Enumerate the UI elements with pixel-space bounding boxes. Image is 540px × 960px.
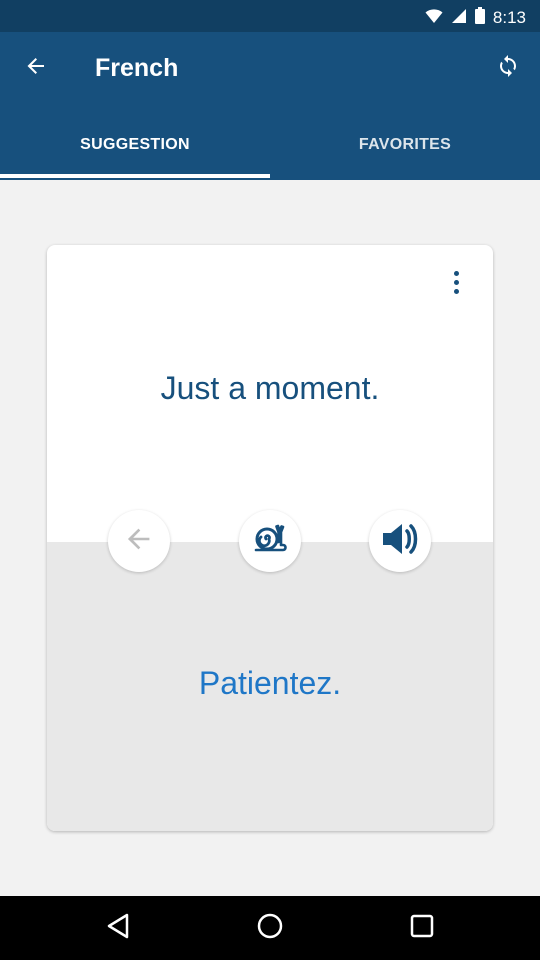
translation-text: Patientez. — [198, 665, 342, 701]
previous-button[interactable] — [108, 510, 170, 572]
back-triangle-icon — [105, 912, 131, 945]
nav-back-button[interactable] — [98, 908, 138, 948]
nav-recents-button[interactable] — [402, 908, 442, 948]
phrase-card: Just a moment. Patientez. — [47, 245, 493, 831]
wifi-icon — [425, 8, 443, 29]
system-nav-bar — [0, 896, 540, 960]
phrase-text: Just a moment. — [160, 370, 380, 406]
arrow-left-icon — [26, 56, 46, 81]
refresh-icon — [496, 54, 520, 83]
tab-favorites[interactable]: FAVORITES — [270, 110, 540, 180]
recents-square-icon — [409, 913, 435, 944]
play-audio-button[interactable] — [369, 510, 431, 572]
snail-icon — [253, 524, 287, 559]
status-icons: 8:13 — [425, 7, 526, 29]
more-dot — [453, 279, 459, 285]
tab-suggestion[interactable]: SUGGESTION — [0, 110, 270, 180]
battery-icon — [474, 7, 485, 29]
tab-indicator — [0, 174, 270, 178]
refresh-button[interactable] — [486, 46, 530, 90]
arrow-left-icon — [126, 526, 152, 557]
speaker-icon — [380, 521, 420, 562]
slow-playback-button[interactable] — [239, 510, 301, 572]
page-title: French — [95, 54, 179, 82]
status-time: 8:13 — [492, 8, 526, 27]
status-bar: 8:13 — [0, 0, 540, 32]
more-dot — [453, 288, 459, 294]
nav-home-button[interactable] — [250, 908, 290, 948]
app-bar: French SUGGESTION FAVORITES — [0, 32, 540, 180]
signal-icon — [451, 8, 467, 29]
home-circle-icon — [256, 912, 284, 945]
more-options-button[interactable] — [441, 267, 471, 297]
back-button[interactable] — [14, 46, 58, 90]
more-vertical-icon — [453, 270, 459, 276]
